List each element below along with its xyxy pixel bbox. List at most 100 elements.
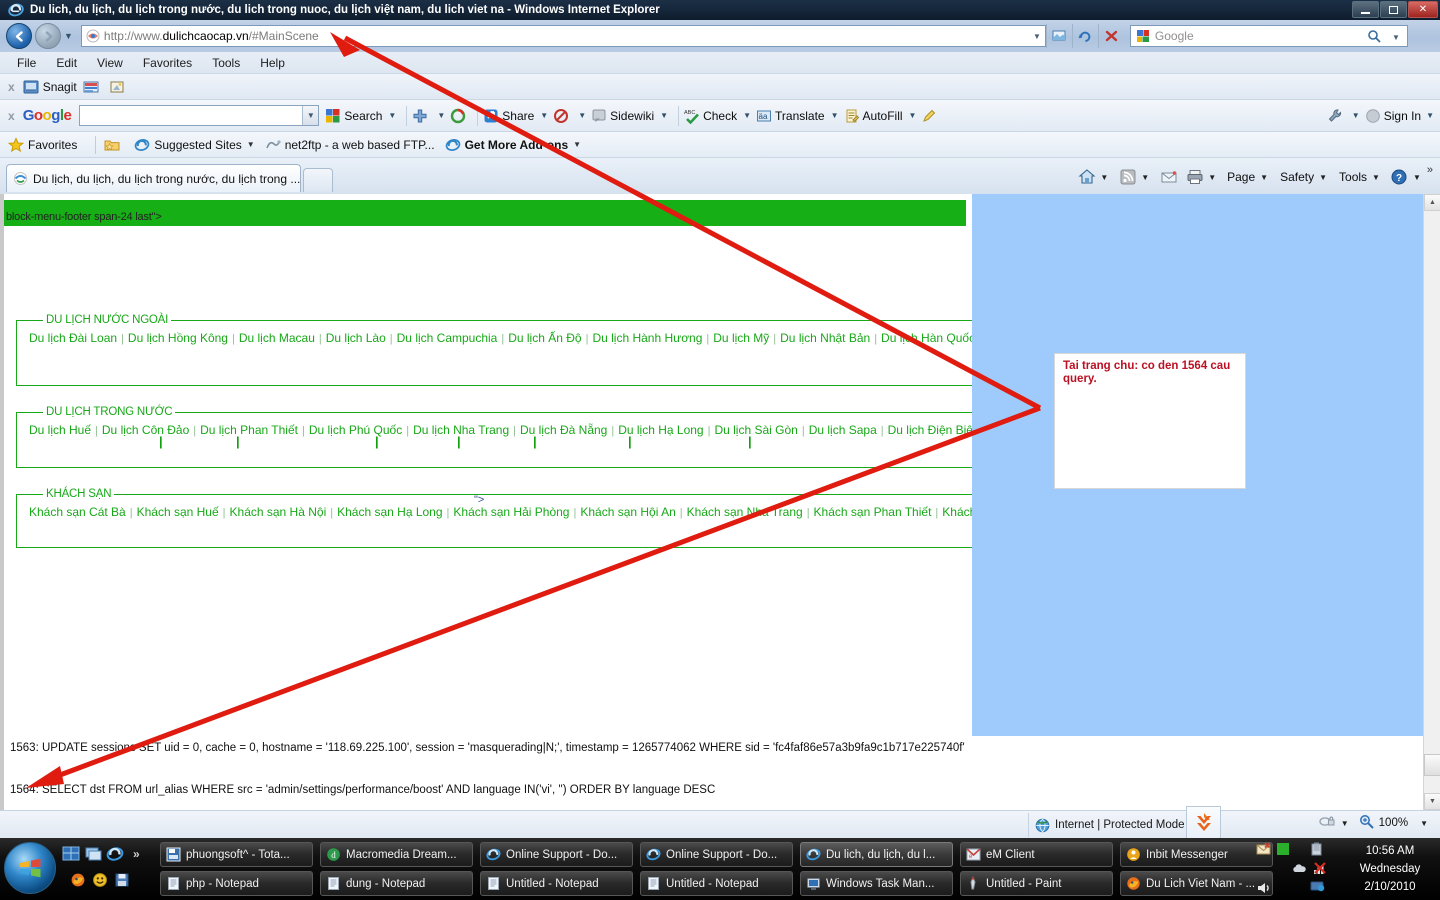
help-chevron-icon[interactable]: ▼ xyxy=(1413,173,1421,182)
google-share-chevron-icon[interactable]: ▼ xyxy=(540,111,548,120)
page-link[interactable]: Du lịch Côn Đảo xyxy=(102,423,189,437)
quick-launch-overflow-chevron-icon[interactable]: » xyxy=(133,847,140,861)
search-dropdown-icon[interactable]: ▼ xyxy=(1392,33,1400,42)
tray-volume-icon[interactable] xyxy=(1256,880,1271,895)
page-link[interactable]: Du lịch Campuchia xyxy=(397,331,498,345)
page-link[interactable]: Du lịch Đài Loan xyxy=(29,331,117,345)
scroll-up-button[interactable]: ▲ xyxy=(1424,194,1440,211)
google-sign-in-chevron-icon[interactable]: ▼ xyxy=(1426,111,1434,120)
menu-item-help[interactable]: Help xyxy=(251,54,294,72)
menu-item-favorites[interactable]: Favorites xyxy=(134,54,201,72)
close-button[interactable]: ✕ xyxy=(1408,1,1438,18)
safety-menu-button[interactable]: Safety ▼ xyxy=(1277,170,1330,184)
menu-item-tools[interactable]: Tools xyxy=(203,54,249,72)
command-bar-overflow[interactable]: » xyxy=(1424,164,1436,176)
suggested-sites-chevron-icon[interactable]: ▼ xyxy=(247,140,255,149)
taskbar-button[interactable]: Online Support - Do... xyxy=(640,842,793,867)
page-link[interactable]: Khách sạn Hà Nội xyxy=(230,505,327,519)
page-link[interactable]: Du lịch Phú Quốc xyxy=(309,423,402,437)
page-link[interactable]: Du lịch Phan Thiết xyxy=(200,423,298,437)
save-disk-icon[interactable] xyxy=(114,872,132,890)
page-link[interactable]: Du lịch Hành Hương xyxy=(592,331,702,345)
google-check-button[interactable]: ABC Check xyxy=(684,108,737,124)
new-tab-button[interactable] xyxy=(303,168,333,192)
taskbar-button[interactable]: php - Notepad xyxy=(160,871,313,896)
firefox-icon[interactable] xyxy=(70,872,88,890)
snagit-editor-button[interactable] xyxy=(109,79,129,95)
feeds-button[interactable]: ▼ xyxy=(1116,168,1157,186)
search-input[interactable]: Google ▼ xyxy=(1129,25,1408,47)
taskbar-button[interactable]: d Macromedia Dream... xyxy=(320,842,473,867)
mail-button[interactable] xyxy=(1157,168,1183,186)
tray-mail-icon[interactable] xyxy=(1256,842,1271,857)
feeds-chevron-icon[interactable]: ▼ xyxy=(1141,173,1149,182)
menu-item-edit[interactable]: Edit xyxy=(47,54,86,72)
taskbar-button-active[interactable]: Du lich, du lịch, du l... xyxy=(800,842,953,867)
address-dropdown-icon[interactable]: ▼ xyxy=(1033,32,1041,41)
taskbar-button[interactable]: dung - Notepad xyxy=(320,871,473,896)
get-more-addons-chevron-icon[interactable]: ▼ xyxy=(573,140,581,149)
internet-explorer-icon[interactable] xyxy=(106,845,124,863)
taskbar-button[interactable]: Online Support - Do... xyxy=(480,842,633,867)
google-blocked-chevron-icon[interactable]: ▼ xyxy=(578,111,586,120)
google-settings-chevron-icon[interactable]: ▼ xyxy=(1352,111,1360,120)
taskbar-button[interactable]: Untitled - Paint xyxy=(960,871,1113,896)
minimize-button[interactable] xyxy=(1352,1,1379,18)
google-search-chevron-icon[interactable]: ▼ xyxy=(388,111,396,120)
taskbar-button[interactable]: phuongsoft^ - Tota... xyxy=(160,842,313,867)
privacy-chevron-icon[interactable]: ▼ xyxy=(1341,819,1349,828)
google-check-chevron-icon[interactable]: ▼ xyxy=(743,111,751,120)
taskbar-button[interactable]: Untitled - Notepad xyxy=(480,871,633,896)
google-toolbar-close-icon[interactable]: x xyxy=(8,109,15,123)
back-button[interactable] xyxy=(6,23,32,49)
print-chevron-icon[interactable]: ▼ xyxy=(1208,173,1216,182)
taskbar-button[interactable]: Untitled - Notepad xyxy=(640,871,793,896)
stop-button[interactable] xyxy=(1097,24,1124,48)
taskbar-clock[interactable]: 10:56 AM Wednesday 2/10/2010 xyxy=(1344,842,1436,896)
tools-chevron-icon[interactable]: ▼ xyxy=(1372,173,1380,182)
google-autofill-button[interactable]: AutoFill xyxy=(844,108,903,124)
page-link[interactable]: Khách sạn Hải Phòng xyxy=(453,505,569,519)
tray-cloud-icon[interactable] xyxy=(1292,862,1307,877)
menu-item-view[interactable]: View xyxy=(88,54,132,72)
privacy-report-icon[interactable] xyxy=(1319,814,1336,832)
refresh-button[interactable] xyxy=(1071,24,1098,48)
snagit-button[interactable]: Snagit xyxy=(23,79,77,95)
google-autofill-chevron-icon[interactable]: ▼ xyxy=(909,111,917,120)
tray-network-disconnected-icon[interactable] xyxy=(1312,860,1327,875)
switch-windows-icon[interactable] xyxy=(84,845,102,863)
page-menu-button[interactable]: Page ▼ xyxy=(1224,170,1271,184)
favorites-item-suggested-sites[interactable]: Suggested Sites ▼ xyxy=(134,137,255,153)
page-link[interactable]: Du lịch Nhật Bản xyxy=(780,331,870,345)
page-link[interactable]: Du lịch Macau xyxy=(239,331,315,345)
menu-item-file[interactable]: File xyxy=(8,54,45,72)
google-bookmark-chevron-icon[interactable]: ▼ xyxy=(437,111,445,120)
page-link[interactable]: Du lịch Hàn Quốc xyxy=(881,331,975,345)
recent-pages-chevron-icon[interactable]: ▼ xyxy=(64,31,73,41)
page-link[interactable]: Du lịch Sài Gòn xyxy=(714,423,797,437)
address-input[interactable]: http://www.dulichcaocap.vn/#MainScene ▼ xyxy=(80,25,1046,47)
page-link[interactable]: Khách sạn Hội An xyxy=(580,505,675,519)
page-link[interactable]: Du lịch Huế xyxy=(29,423,91,437)
google-translate-button[interactable]: äa Translate xyxy=(756,108,825,124)
google-sign-in-button[interactable]: Sign In xyxy=(1365,108,1421,124)
help-button[interactable]: ? ▼ xyxy=(1387,168,1424,186)
favorites-item-net2ftp[interactable]: net2ftp - a web based FTP... xyxy=(265,137,435,153)
tray-green-status-icon[interactable] xyxy=(1276,842,1291,857)
security-zone-indicator[interactable]: Internet | Protected Mode xyxy=(1028,813,1192,837)
page-link[interactable]: Du lịch Hạ Long xyxy=(618,423,703,437)
taskbar-button[interactable]: e eM Client xyxy=(960,842,1113,867)
tools-menu-button[interactable]: Tools ▼ xyxy=(1336,170,1383,184)
page-link[interactable]: Du lịch Lào xyxy=(326,331,386,345)
favorites-item-get-more-addons[interactable]: Get More Add-ons ▼ xyxy=(445,137,581,153)
taskbar-button[interactable]: Windows Task Man... xyxy=(800,871,953,896)
google-bookmark-button[interactable] xyxy=(412,108,431,124)
favorites-button[interactable]: Favorites xyxy=(7,136,77,153)
home-chevron-icon[interactable]: ▼ xyxy=(1100,173,1108,182)
smiley-messenger-icon[interactable] xyxy=(92,872,110,890)
tray-network-icon[interactable] xyxy=(1309,878,1325,893)
download-indicator-button[interactable] xyxy=(1186,806,1221,842)
maximize-button[interactable] xyxy=(1380,1,1407,18)
zoom-icon[interactable] xyxy=(1359,814,1374,832)
start-button[interactable] xyxy=(4,842,56,894)
